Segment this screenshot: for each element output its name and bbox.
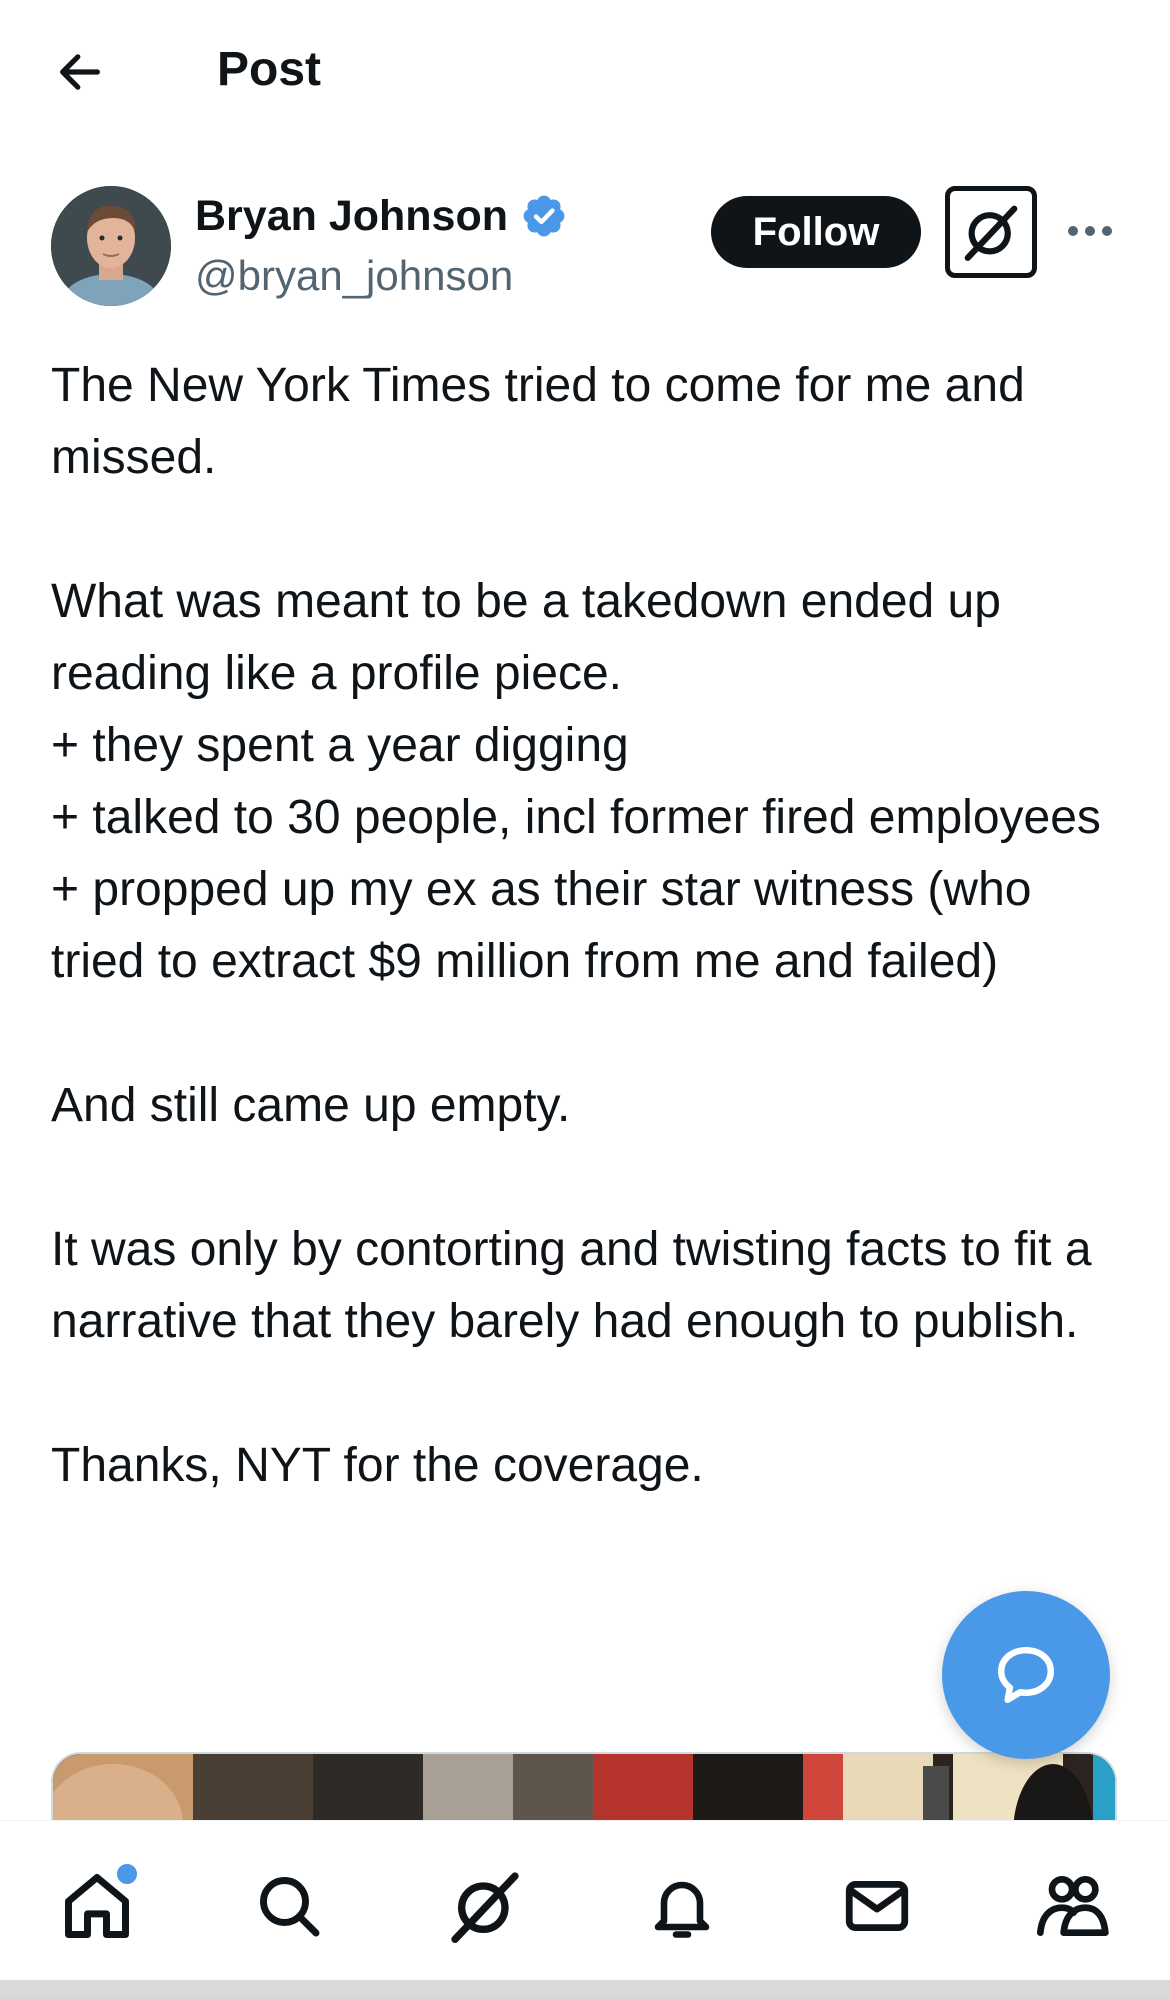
avatar-photo: [51, 186, 171, 306]
page-title: Post: [217, 43, 322, 96]
grok-button[interactable]: [945, 186, 1037, 278]
search-icon: [260, 1877, 320, 1937]
nav-communities[interactable]: [1027, 1861, 1117, 1951]
nav-home[interactable]: [52, 1861, 142, 1951]
arrow-left-icon: [60, 54, 100, 90]
mail-icon: [845, 1881, 909, 1931]
post-line: What was meant to be a takedown ended up…: [51, 575, 1001, 700]
home-indicator-strip: [0, 1980, 1170, 1999]
back-button[interactable]: [48, 40, 112, 104]
post-line: + they spent a year digging: [51, 719, 629, 772]
reply-bubble-icon: [998, 1647, 1054, 1703]
grok-icon: [451, 1872, 519, 1943]
notification-dot: [114, 1861, 140, 1887]
nav-messages[interactable]: [832, 1861, 922, 1951]
post-paragraph: Thanks, NYT for the coverage.: [51, 1439, 704, 1492]
nav-grok[interactable]: [440, 1861, 530, 1951]
post-text: The New York Times tried to come for me …: [51, 350, 1121, 1502]
communities-icon: [1037, 1876, 1109, 1936]
post-line: + propped up my ex as their star witness…: [51, 863, 1032, 988]
more-options-button[interactable]: [1060, 206, 1120, 256]
avatar[interactable]: [51, 186, 171, 306]
post-screen: Post Bryan Johnson @bryan_johnson Follow: [0, 0, 1170, 1999]
post-paragraph: It was only by contorting and twisting f…: [51, 1223, 1092, 1348]
author-name-row[interactable]: Bryan Johnson: [195, 188, 568, 244]
author-name: Bryan Johnson: [195, 192, 508, 240]
verified-badge-icon: [520, 192, 568, 240]
more-dots-icon: [1068, 226, 1112, 236]
follow-button[interactable]: Follow: [711, 196, 921, 268]
post-paragraph: And still came up empty.: [51, 1079, 571, 1132]
top-bar: Post: [0, 0, 1170, 140]
bottom-navigation: [0, 1820, 1170, 1981]
post-line: + talked to 30 people, incl former fired…: [51, 791, 1101, 844]
reply-fab-button[interactable]: [942, 1591, 1110, 1759]
bell-icon: [654, 1881, 710, 1938]
nav-notifications[interactable]: [637, 1861, 727, 1951]
nav-search[interactable]: [244, 1861, 334, 1951]
grok-icon: [964, 205, 1018, 261]
post-paragraph: The New York Times tried to come for me …: [51, 359, 1025, 484]
author-handle[interactable]: @bryan_johnson: [195, 248, 513, 304]
